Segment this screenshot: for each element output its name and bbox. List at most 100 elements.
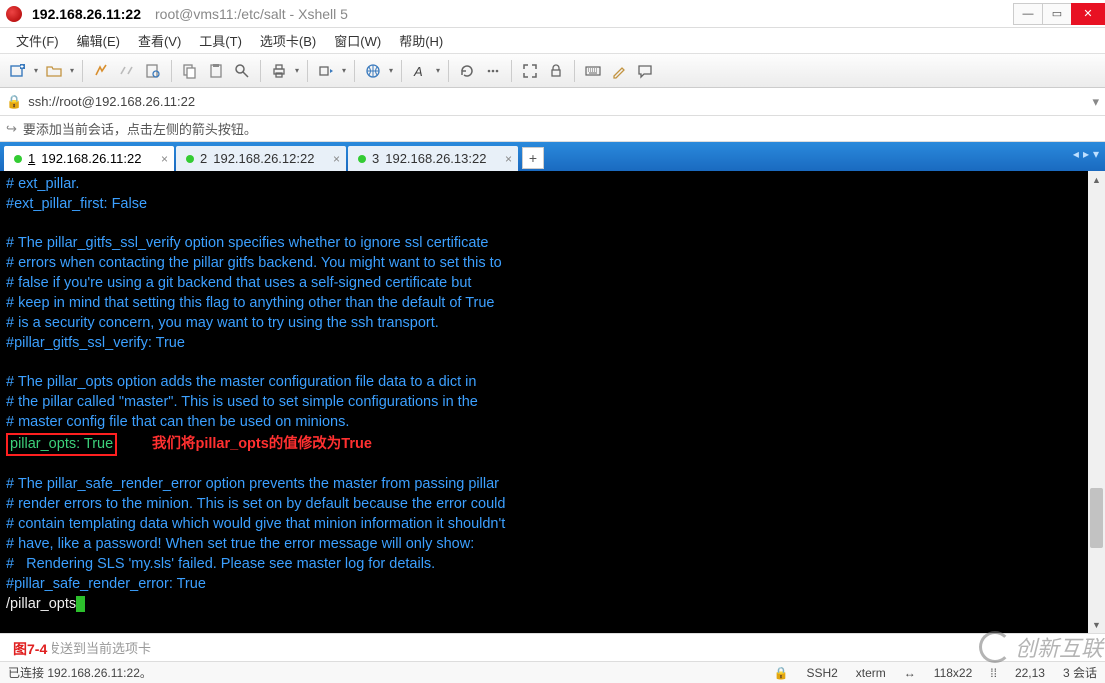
menu-window[interactable]: 窗口(W) [326, 29, 389, 52]
menu-tools[interactable]: 工具(T) [191, 29, 250, 52]
chat-icon[interactable] [633, 59, 657, 83]
session-tab-3[interactable]: 3 192.168.26.13:22 × [348, 146, 518, 171]
status-connection: 已连接 192.168.26.11:22。 [8, 664, 152, 681]
terminal-line: #pillar_safe_render_error: True [6, 576, 206, 592]
scroll-up-icon[interactable]: ▲ [1088, 171, 1105, 188]
lock-toolbar-icon[interactable] [544, 59, 568, 83]
menu-file[interactable]: 文件(F) [8, 29, 67, 52]
status-dot-icon [14, 155, 22, 163]
arrow-add-icon[interactable]: ↪ [6, 121, 17, 137]
add-tab-button[interactable]: + [522, 147, 544, 169]
tab-nav: ◂ ▸ ▾ [1073, 147, 1099, 161]
status-bar: 已连接 192.168.26.11:22。 🔒 SSH2 xterm ↔ 118… [0, 661, 1105, 683]
tab-number: 1 [28, 151, 35, 166]
tab-label: 192.168.26.13:22 [385, 151, 486, 166]
maximize-button[interactable]: ▭ [1042, 3, 1072, 25]
send-text-bar[interactable]: 将文本发送到当前选项卡 图7-4 [0, 633, 1105, 661]
session-tab-1[interactable]: 1 192.168.26.11:22 × [4, 146, 174, 171]
terminal-line: # The pillar_opts option adds the master… [6, 374, 476, 390]
terminal-line: # have, like a password! When set true t… [6, 536, 474, 552]
new-session-dropdown[interactable]: ▾ [32, 66, 40, 75]
menu-tabs[interactable]: 选项卡(B) [252, 29, 324, 52]
fullscreen-icon[interactable] [518, 59, 542, 83]
figure-label: 图7-4 [8, 638, 52, 660]
new-session-icon[interactable] [6, 59, 30, 83]
tab-list-icon[interactable]: ▾ [1093, 147, 1099, 161]
address-text[interactable]: ssh://root@192.168.26.11:22 [28, 94, 1086, 109]
lock-icon: 🔒 [6, 94, 22, 110]
highlighted-setting: pillar_opts: True [6, 433, 117, 456]
terminal-line: # render errors to the minion. This is s… [6, 496, 505, 512]
disconnect-icon[interactable] [115, 59, 139, 83]
tab-strip: 1 192.168.26.11:22 × 2 192.168.26.12:22 … [0, 142, 1105, 171]
keyboard-icon[interactable] [581, 59, 605, 83]
open-icon[interactable] [42, 59, 66, 83]
dots-icon[interactable] [481, 59, 505, 83]
highlight-icon[interactable] [607, 59, 631, 83]
properties-icon[interactable] [141, 59, 165, 83]
title-bar: 192.168.26.11:22 root@vms11:/etc/salt - … [0, 0, 1105, 28]
close-button[interactable]: ✕ [1071, 3, 1105, 25]
tab-number: 3 [372, 151, 379, 166]
globe-icon[interactable] [361, 59, 385, 83]
terminal-pane[interactable]: # ext_pillar. #ext_pillar_first: False #… [0, 171, 1105, 633]
status-protocol-icon: 🔒 [773, 666, 788, 680]
terminal-line: # is a security concern, you may want to… [6, 315, 439, 331]
font-icon[interactable]: A [408, 59, 432, 83]
status-sessions: 3 会话 [1063, 664, 1097, 681]
tab-label: 192.168.26.12:22 [213, 151, 314, 166]
paste-icon[interactable] [204, 59, 228, 83]
font-dropdown[interactable]: ▾ [434, 66, 442, 75]
tab-prev-icon[interactable]: ◂ [1073, 147, 1079, 161]
status-protocol: SSH2 [806, 666, 837, 680]
terminal-line: # the pillar called "master". This is us… [6, 394, 478, 410]
status-dot-icon [186, 155, 194, 163]
terminal-line: # Rendering SLS 'my.sls' failed. Please … [6, 556, 435, 572]
svg-text:A: A [413, 64, 423, 79]
tab-close-icon[interactable]: × [333, 152, 340, 166]
status-size-icon: ↔ [904, 666, 916, 680]
status-size: 118x22 [934, 666, 972, 680]
menu-edit[interactable]: 编辑(E) [69, 29, 128, 52]
terminal-line: # master config file that can then be us… [6, 414, 349, 430]
tab-close-icon[interactable]: × [161, 152, 168, 166]
terminal-line: #ext_pillar_first: False [6, 196, 147, 212]
terminal-line: # contain templating data which would gi… [6, 516, 505, 532]
reconnect-icon[interactable] [89, 59, 113, 83]
tab-next-icon[interactable]: ▸ [1083, 147, 1089, 161]
session-tab-2[interactable]: 2 192.168.26.12:22 × [176, 146, 346, 171]
scroll-down-icon[interactable]: ▼ [1088, 616, 1105, 633]
terminal-line: # false if you're using a git backend th… [6, 275, 471, 291]
app-icon [6, 6, 22, 22]
terminal-line: # keep in mind that setting this flag to… [6, 295, 494, 311]
transfer-icon[interactable] [314, 59, 338, 83]
copy-icon[interactable] [178, 59, 202, 83]
menu-bar: 文件(F) 编辑(E) 查看(V) 工具(T) 选项卡(B) 窗口(W) 帮助(… [0, 28, 1105, 54]
window-title-path: root@vms11:/etc/salt - Xshell 5 [155, 6, 348, 22]
menu-view[interactable]: 查看(V) [130, 29, 189, 52]
refresh-icon[interactable] [455, 59, 479, 83]
info-text: 要添加当前会话，点击左侧的箭头按钮。 [23, 119, 257, 138]
annotation-text: 我们将pillar_opts的值修改为True [152, 436, 372, 452]
status-cursor-pos: 22,13 [1015, 666, 1045, 680]
minimize-button[interactable]: — [1013, 3, 1043, 25]
transfer-dropdown[interactable]: ▾ [340, 66, 348, 75]
scroll-thumb[interactable] [1090, 488, 1103, 548]
info-bar: ↪ 要添加当前会话，点击左侧的箭头按钮。 [0, 116, 1105, 142]
globe-dropdown[interactable]: ▾ [387, 66, 395, 75]
menu-help[interactable]: 帮助(H) [391, 29, 451, 52]
address-dropdown-icon[interactable]: ▾ [1092, 94, 1099, 110]
terminal-line: # ext_pillar. [6, 176, 79, 192]
print-dropdown[interactable]: ▾ [293, 66, 301, 75]
terminal-search-line: /pillar_opts [6, 596, 76, 612]
find-icon[interactable] [230, 59, 254, 83]
print-icon[interactable] [267, 59, 291, 83]
vertical-scrollbar[interactable]: ▲ ▼ [1088, 171, 1105, 633]
tab-number: 2 [200, 151, 207, 166]
open-dropdown[interactable]: ▾ [68, 66, 76, 75]
cursor [76, 596, 85, 612]
terminal-line: # The pillar_gitfs_ssl_verify option spe… [6, 235, 489, 251]
status-dot-icon [358, 155, 366, 163]
status-pos-icon: ⁞⁞ [990, 666, 997, 680]
tab-close-icon[interactable]: × [505, 152, 512, 166]
